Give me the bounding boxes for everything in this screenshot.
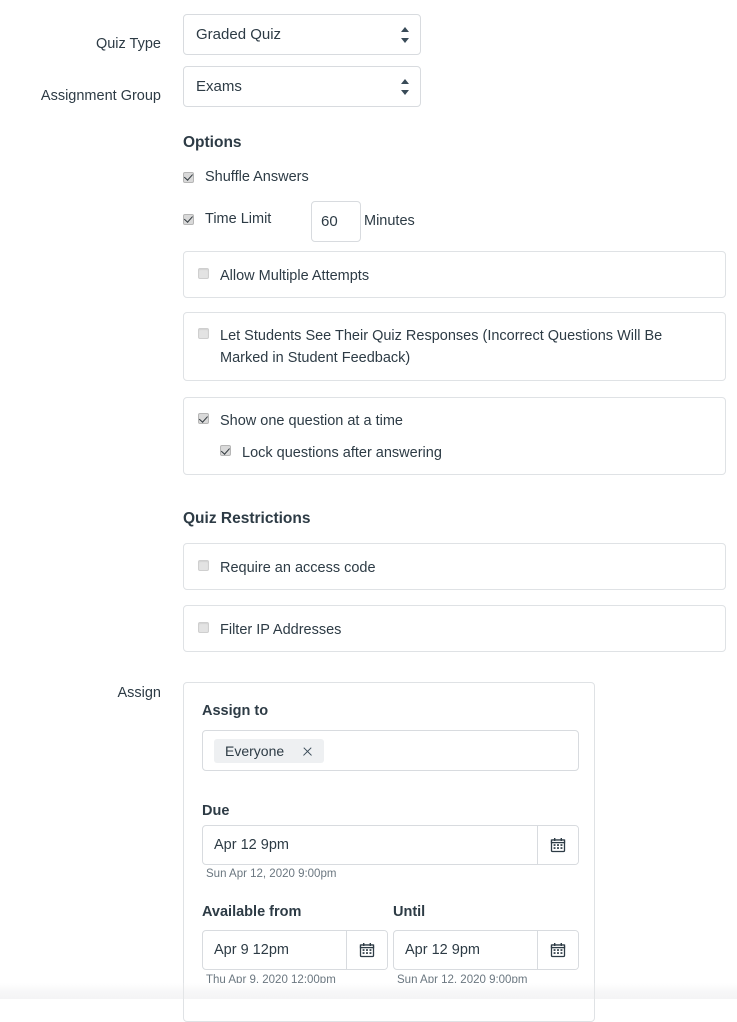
assign-to-label: Assign to: [202, 703, 269, 719]
shuffle-answers-label: Shuffle Answers: [205, 169, 309, 185]
time-limit-checkbox[interactable]: [183, 213, 194, 225]
allow-multiple-attempts-label: Allow Multiple Attempts: [220, 268, 370, 284]
lock-questions-row[interactable]: Lock questions after answering: [220, 442, 711, 464]
assignment-group-label: Assignment Group: [40, 88, 161, 104]
assign-card-left-edge-continuation: [183, 983, 184, 999]
available-from-date-group[interactable]: Apr 9 12pm: [202, 930, 388, 970]
assign-to-token-field[interactable]: Everyone: [202, 730, 579, 771]
assignment-group-control: Exams: [183, 66, 421, 107]
lock-questions-checkbox[interactable]: [220, 445, 231, 456]
require-access-code-card[interactable]: Require an access code: [183, 543, 726, 590]
require-access-code-checkbox[interactable]: [198, 560, 209, 571]
filter-ip-addresses-label: Filter IP Addresses: [220, 622, 342, 638]
assign-to-token-everyone[interactable]: Everyone: [214, 739, 325, 763]
assignment-group-select[interactable]: Exams: [183, 66, 421, 107]
filter-ip-addresses-card[interactable]: Filter IP Addresses: [183, 605, 726, 652]
available-from-calendar-button[interactable]: [346, 931, 387, 969]
show-one-question-card[interactable]: Show one question at a time Lock questio…: [183, 397, 726, 475]
quiz-type-select[interactable]: Graded Quiz: [183, 14, 421, 55]
due-label: Due: [202, 803, 230, 819]
until-label: Until: [393, 904, 426, 920]
until-date-group[interactable]: Apr 12 9pm: [393, 930, 579, 970]
page-bottom-band: [0, 983, 737, 999]
calendar-icon: [550, 943, 566, 958]
until-date-input[interactable]: Apr 12 9pm: [394, 931, 537, 969]
available-from-date-input[interactable]: Apr 9 12pm: [203, 931, 346, 969]
options-heading: Options: [183, 134, 242, 151]
until-calendar-button[interactable]: [537, 931, 578, 969]
assign-to-token-label: Everyone: [225, 743, 285, 759]
chevron-updown-icon: [401, 26, 410, 44]
available-from-label: Available from: [202, 904, 302, 920]
time-limit-label: Time Limit: [205, 211, 272, 227]
quiz-type-select-value: Graded Quiz: [196, 26, 282, 43]
due-date-group[interactable]: Apr 12 9pm: [202, 825, 579, 865]
let-students-see-responses-label: Let Students See Their Quiz Responses (I…: [220, 328, 663, 366]
calendar-icon: [359, 943, 375, 958]
quiz-details-form: Quiz Type Graded Quiz Assignment Group E…: [0, 0, 737, 1022]
close-icon[interactable]: [302, 746, 313, 757]
filter-ip-addresses-checkbox[interactable]: [198, 622, 209, 633]
let-students-see-responses-card[interactable]: Let Students See Their Quiz Responses (I…: [183, 312, 726, 381]
due-date-calendar-button[interactable]: [537, 826, 578, 864]
quiz-type-label: Quiz Type: [95, 36, 161, 52]
let-students-see-responses-row[interactable]: Let Students See Their Quiz Responses (I…: [198, 325, 689, 369]
due-date-hint: Sun Apr 12, 2020 9:00pm: [206, 868, 337, 880]
quiz-type-control: Graded Quiz: [183, 14, 421, 55]
shuffle-answers-row[interactable]: Shuffle Answers: [183, 168, 309, 186]
time-limit-row[interactable]: Time Limit: [183, 210, 271, 228]
allow-multiple-attempts-checkbox[interactable]: [198, 268, 209, 279]
let-students-see-responses-checkbox[interactable]: [198, 328, 209, 339]
allow-multiple-attempts-card[interactable]: Allow Multiple Attempts: [183, 251, 726, 298]
assign-row-label: Assign: [117, 685, 161, 701]
quiz-restrictions-heading: Quiz Restrictions: [183, 510, 311, 527]
lock-questions-label: Lock questions after answering: [242, 445, 442, 461]
require-access-code-label: Require an access code: [220, 560, 376, 576]
filter-ip-addresses-row[interactable]: Filter IP Addresses: [198, 619, 711, 641]
assignment-group-select-value: Exams: [196, 78, 242, 95]
show-one-question-label: Show one question at a time: [220, 413, 403, 429]
chevron-updown-icon: [401, 78, 410, 96]
shuffle-answers-checkbox[interactable]: [183, 171, 194, 183]
assign-card: Assign to Everyone Due Apr 12 9pm Sun Ap…: [183, 682, 595, 1022]
time-limit-minutes-unit: Minutes: [364, 213, 415, 229]
show-one-question-row[interactable]: Show one question at a time: [198, 410, 711, 432]
show-one-question-checkbox[interactable]: [198, 413, 209, 424]
time-limit-minutes-input[interactable]: 60: [311, 201, 361, 242]
assign-card-right-edge-continuation: [594, 983, 595, 999]
allow-multiple-attempts-row[interactable]: Allow Multiple Attempts: [198, 265, 711, 287]
calendar-icon: [550, 838, 566, 853]
due-date-input[interactable]: Apr 12 9pm: [203, 826, 537, 864]
require-access-code-row[interactable]: Require an access code: [198, 557, 711, 579]
